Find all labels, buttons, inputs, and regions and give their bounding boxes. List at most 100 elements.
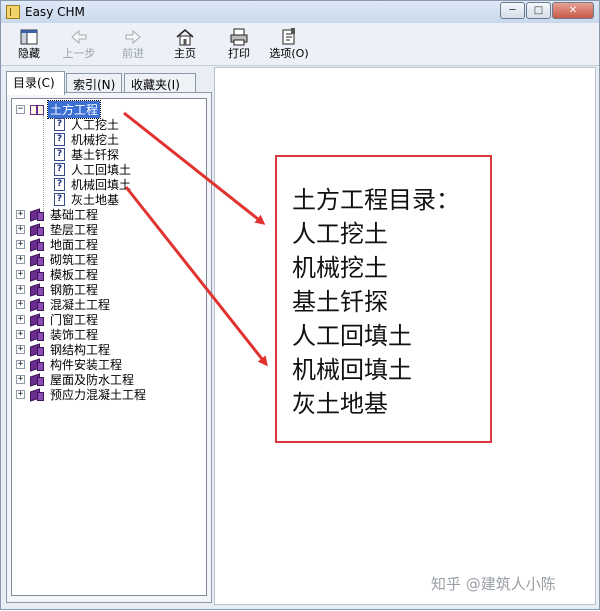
- help-page-icon: ?: [54, 163, 65, 176]
- callout-heading: 土方工程目录：: [292, 186, 460, 214]
- navigation-pane: 目录(C) 索引(N) 收藏夹(I) − 土方工程 ? 人工挖土 ? 机械挖土 …: [6, 67, 212, 605]
- tree-node-collapsed[interactable]: + 钢筋工程: [16, 282, 100, 297]
- callout-line: 机械挖土: [292, 254, 388, 282]
- closed-book-icon: [30, 282, 45, 297]
- closed-book-icon: [30, 312, 45, 327]
- options-icon: [279, 27, 299, 47]
- help-page-icon: ?: [54, 193, 65, 206]
- tree-node-collapsed[interactable]: + 预应力混凝土工程: [16, 387, 148, 402]
- contents-tree: − 土方工程 ? 人工挖土 ? 机械挖土 ? 基土钎探 ? 人工回填土 ? 机械…: [11, 98, 207, 596]
- tree-node-collapsed[interactable]: + 钢结构工程: [16, 342, 112, 357]
- tree-node-collapsed[interactable]: + 垫层工程: [16, 222, 100, 237]
- window-controls: ─ □ ✕: [499, 2, 594, 19]
- expand-icon[interactable]: +: [16, 390, 25, 399]
- forward-label: 前进: [122, 47, 144, 60]
- tree-node-collapsed[interactable]: + 模板工程: [16, 267, 100, 282]
- closed-book-icon: [30, 327, 45, 342]
- window-title: Easy CHM: [25, 5, 85, 19]
- tree-node-collapsed[interactable]: + 屋面及防水工程: [16, 372, 136, 387]
- closed-book-icon: [30, 297, 45, 312]
- options-label: 选项(O): [269, 47, 309, 60]
- watermark: 知乎 @建筑人小陈: [431, 575, 556, 593]
- tab-index[interactable]: 索引(N): [66, 73, 122, 93]
- tree-child-item[interactable]: ? 机械挖土: [54, 132, 121, 147]
- tree-node-collapsed[interactable]: + 构件安装工程: [16, 357, 124, 372]
- expand-icon[interactable]: +: [16, 255, 25, 264]
- easy-chm-window: Easy CHM ─ □ ✕ 隐藏 上一步 前进 主页 打印 选项(O) 目录(…: [0, 0, 600, 610]
- tree-child-item[interactable]: ? 人工回填土: [54, 162, 133, 177]
- minimize-button[interactable]: ─: [500, 2, 525, 19]
- printer-icon: [229, 27, 249, 47]
- closed-book-icon: [30, 387, 45, 402]
- collapse-icon[interactable]: −: [16, 105, 25, 114]
- hide-button[interactable]: 隐藏: [9, 27, 49, 63]
- expand-icon[interactable]: +: [16, 330, 25, 339]
- callout-line: 机械回填土: [292, 356, 412, 384]
- toolbar: 隐藏 上一步 前进 主页 打印 选项(O): [1, 23, 599, 66]
- expand-icon[interactable]: +: [16, 240, 25, 249]
- expand-icon[interactable]: +: [16, 270, 25, 279]
- close-icon: ✕: [568, 5, 578, 16]
- closed-book-icon: [30, 342, 45, 357]
- help-page-icon: ?: [54, 178, 65, 191]
- closed-book-icon: [30, 207, 45, 222]
- tree-node-collapsed[interactable]: + 门窗工程: [16, 312, 100, 327]
- tree-node-collapsed[interactable]: + 基础工程: [16, 207, 100, 222]
- tab-contents[interactable]: 目录(C): [6, 71, 65, 95]
- closed-book-icon: [30, 252, 45, 267]
- maximize-button[interactable]: □: [526, 2, 551, 19]
- closed-book-icon: [30, 267, 45, 282]
- annotation-callout: 土方工程目录： 人工挖土 机械挖土 基土钎探 人工回填土 机械回填土 灰土地基: [275, 155, 492, 443]
- expand-icon[interactable]: +: [16, 210, 25, 219]
- tree-node-collapsed[interactable]: + 混凝土工程: [16, 297, 112, 312]
- hide-icon: [19, 27, 39, 47]
- forward-button[interactable]: 前进: [113, 27, 153, 63]
- help-page-icon: ?: [54, 148, 65, 161]
- hide-label: 隐藏: [18, 47, 40, 60]
- closed-book-icon: [30, 237, 45, 252]
- closed-book-icon: [30, 222, 45, 237]
- callout-line: 人工回填土: [292, 322, 412, 350]
- print-button[interactable]: 打印: [219, 27, 259, 63]
- closed-book-icon: [30, 372, 45, 387]
- tree-child-item[interactable]: ? 灰土地基: [54, 192, 121, 207]
- title-bar: Easy CHM ─ □ ✕: [1, 1, 599, 23]
- expand-icon[interactable]: +: [16, 225, 25, 234]
- options-button[interactable]: 选项(O): [269, 27, 309, 63]
- nav-tabs: 目录(C) 索引(N) 收藏夹(I): [6, 71, 212, 95]
- expand-icon[interactable]: +: [16, 285, 25, 294]
- expand-icon[interactable]: +: [16, 375, 25, 384]
- tree-node-collapsed[interactable]: + 砌筑工程: [16, 252, 100, 267]
- open-book-icon: [30, 104, 45, 116]
- tree-node-collapsed[interactable]: + 装饰工程: [16, 327, 100, 342]
- tree-node-label: 预应力混凝土工程: [50, 388, 147, 402]
- close-button[interactable]: ✕: [552, 2, 594, 19]
- forward-arrow-icon: [123, 27, 143, 47]
- tree-child-item[interactable]: ? 机械回填土: [54, 177, 133, 192]
- tree-connector: [43, 115, 44, 213]
- expand-icon[interactable]: +: [16, 300, 25, 309]
- expand-icon[interactable]: +: [16, 315, 25, 324]
- tab-favorites[interactable]: 收藏夹(I): [124, 73, 196, 93]
- print-label: 打印: [228, 47, 250, 60]
- back-arrow-icon: [69, 27, 89, 47]
- tree-child-item[interactable]: ? 基土钎探: [54, 147, 121, 162]
- help-page-icon: ?: [54, 133, 65, 146]
- tree-node-collapsed[interactable]: + 地面工程: [16, 237, 100, 252]
- chm-app-icon: [6, 5, 20, 19]
- home-icon: [175, 27, 195, 47]
- expand-icon[interactable]: +: [16, 360, 25, 369]
- expand-icon[interactable]: +: [16, 345, 25, 354]
- help-page-icon: ?: [54, 118, 65, 131]
- minimize-icon: ─: [509, 5, 516, 16]
- closed-book-icon: [30, 357, 45, 372]
- back-button[interactable]: 上一步: [59, 27, 99, 63]
- tree-node-root[interactable]: − 土方工程: [16, 100, 102, 119]
- back-label: 上一步: [62, 47, 96, 60]
- contents-panel: − 土方工程 ? 人工挖土 ? 机械挖土 ? 基土钎探 ? 人工回填土 ? 机械…: [6, 92, 212, 603]
- maximize-icon: □: [533, 5, 544, 16]
- callout-line: 人工挖土: [292, 220, 388, 248]
- home-label: 主页: [174, 47, 196, 60]
- tree-child-item[interactable]: ? 人工挖土: [54, 117, 121, 132]
- home-button[interactable]: 主页: [165, 27, 205, 63]
